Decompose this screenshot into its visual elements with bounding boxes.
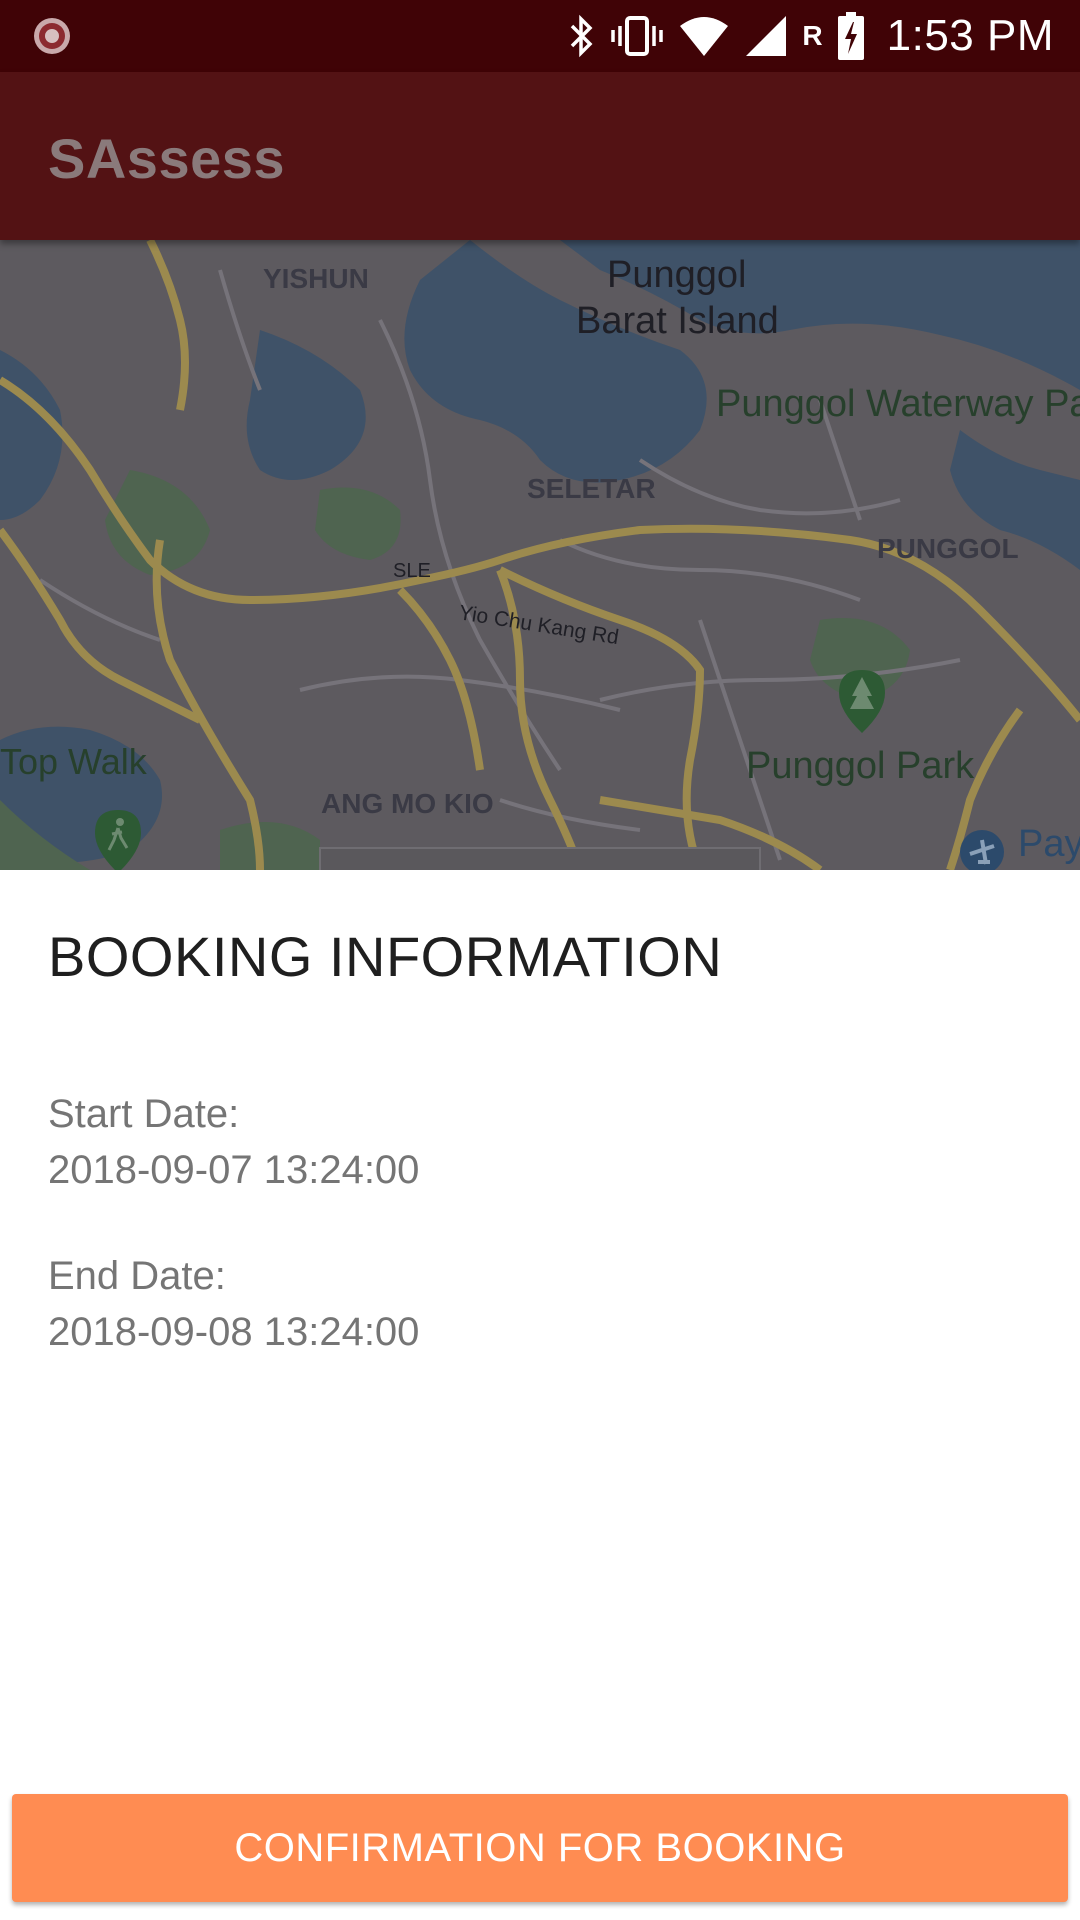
map-label-punggol-barat-line1: Punggol bbox=[607, 254, 746, 296]
app-title: SAssess bbox=[48, 127, 286, 190]
app-notification-icon bbox=[34, 18, 70, 54]
map-info-window bbox=[319, 847, 761, 870]
map-view[interactable]: YISHUN Punggol Barat Island Punggol Wate… bbox=[0, 240, 1080, 870]
status-icons: R 1:53 PM bbox=[566, 0, 1054, 72]
status-time: 1:53 PM bbox=[886, 11, 1054, 60]
confirm-booking-button[interactable]: CONFIRMATION FOR BOOKING bbox=[12, 1794, 1068, 1902]
start-date-value: 2018-09-07 13:24:00 bbox=[48, 1148, 420, 1192]
wifi-icon bbox=[680, 17, 729, 56]
status-bar: R 1:53 PM bbox=[0, 0, 1080, 72]
map-label-treetop-walk: Top Walk bbox=[0, 741, 148, 782]
map-label-seletar: SELETAR bbox=[527, 473, 656, 504]
cell-signal-icon bbox=[746, 16, 787, 56]
battery-charging-icon bbox=[837, 12, 864, 60]
booking-info-panel: BOOKING INFORMATION Start Date: 2018-09-… bbox=[0, 870, 1080, 1920]
map-canvas[interactable]: YISHUN Punggol Barat Island Punggol Wate… bbox=[0, 240, 1080, 870]
end-date-value: 2018-09-08 13:24:00 bbox=[48, 1310, 420, 1354]
confirm-booking-label: CONFIRMATION FOR BOOKING bbox=[234, 1825, 846, 1870]
map-label-yishun: YISHUN bbox=[263, 263, 369, 294]
booking-screen: R 1:53 PM SAssess YISHUN Punggol Barat I… bbox=[0, 0, 1080, 1920]
map-label-punggol-park: Punggol Park bbox=[746, 745, 975, 787]
app-bar: SAssess bbox=[0, 72, 1080, 240]
map-label-ang-mo-kio: ANG MO KIO bbox=[321, 788, 494, 819]
map-label-paya: Pay bbox=[1018, 823, 1080, 865]
bluetooth-icon bbox=[571, 14, 593, 58]
map-label-sle: SLE bbox=[393, 560, 431, 582]
booking-heading: BOOKING INFORMATION bbox=[48, 925, 723, 988]
roaming-indicator: R bbox=[802, 20, 823, 51]
start-date-label: Start Date: bbox=[48, 1092, 240, 1136]
map-label-punggol-barat-line2: Barat Island bbox=[576, 300, 779, 342]
end-date-label: End Date: bbox=[48, 1254, 226, 1298]
vibrate-icon bbox=[611, 16, 664, 56]
map-label-punggol-waterway: Punggol Waterway Pa bbox=[716, 383, 1080, 425]
map-label-punggol: PUNGGOL bbox=[877, 533, 1019, 564]
